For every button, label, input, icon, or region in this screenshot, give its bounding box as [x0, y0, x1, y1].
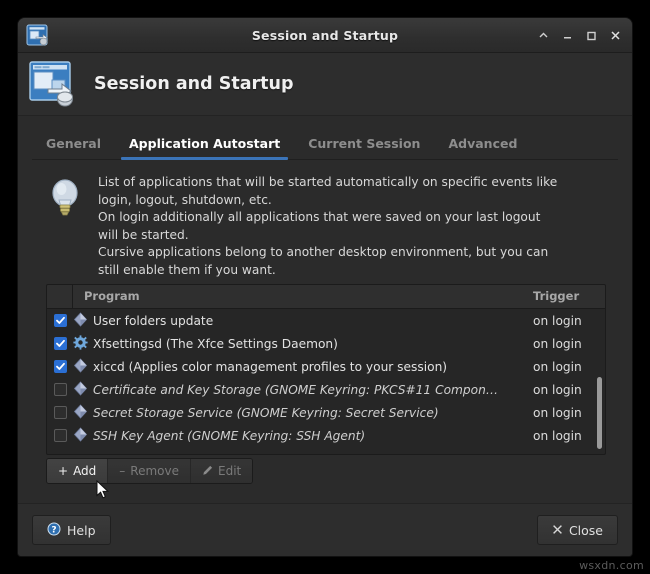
table-row[interactable]: Xfsettingsd (The Xfce Settings Daemon) on…: [47, 332, 605, 355]
close-x-icon: [552, 523, 563, 538]
shade-button[interactable]: [532, 24, 554, 46]
row-program-cell: SSH Key Agent (GNOME Keyring: SSH Agent): [73, 426, 533, 445]
diamond-icon: [73, 380, 93, 399]
column-header-trigger[interactable]: Trigger: [533, 285, 605, 308]
dialog-footer: ? Help Close: [18, 503, 632, 556]
row-trigger-cell: on login: [533, 405, 582, 420]
row-trigger-cell: on login: [533, 359, 582, 374]
checkbox-checked[interactable]: [53, 360, 67, 373]
row-program-cell: Xfsettingsd (The Xfce Settings Daemon): [73, 334, 533, 353]
plus-icon: +: [58, 464, 69, 478]
row-checkbox-cell[interactable]: [47, 406, 73, 419]
tab-current-session[interactable]: Current Session: [294, 136, 434, 159]
list-header: Program Trigger: [47, 285, 605, 309]
help-icon: ?: [47, 522, 61, 539]
help-button-label: Help: [67, 522, 96, 538]
tab-bar: General Application Autostart Current Se…: [32, 128, 618, 160]
titlebar-buttons: [532, 18, 626, 52]
diamond-icon: [73, 357, 93, 376]
program-name: User folders update: [93, 313, 214, 328]
info-line-5: Cursive applications belong to another d…: [98, 245, 549, 259]
add-button-label: Add: [73, 464, 97, 478]
table-row[interactable]: Secret Storage Service (GNOME Keyring: S…: [47, 401, 605, 424]
close-button[interactable]: [604, 24, 626, 46]
watermark: wsxdn.com: [579, 559, 644, 572]
row-program-cell: xiccd (Applies color management profiles…: [73, 357, 533, 376]
row-trigger-cell: on login: [533, 428, 582, 443]
row-checkbox-cell[interactable]: [47, 360, 73, 373]
row-program-cell: User folders update: [73, 311, 533, 330]
tabs-container: General Application Autostart Current Se…: [18, 116, 632, 160]
checkbox-checked[interactable]: [53, 314, 67, 327]
table-row[interactable]: Certificate and Key Storage (GNOME Keyri…: [47, 378, 605, 401]
svg-text:?: ?: [51, 525, 56, 535]
info-line-6: still enable them if you want.: [98, 262, 276, 277]
info-line-3: On login additionally all applications t…: [98, 210, 541, 224]
program-name: xiccd (Applies color management profiles…: [93, 359, 448, 374]
table-row[interactable]: SSH Key Agent (GNOME Keyring: SSH Agent)…: [47, 424, 605, 447]
tab-advanced[interactable]: Advanced: [434, 136, 531, 159]
info-line-1: List of applications that will be starte…: [98, 175, 558, 189]
row-program-cell: Certificate and Key Storage (GNOME Keyri…: [73, 380, 533, 399]
info-block: List of applications that will be starte…: [18, 160, 632, 287]
checkbox-unchecked[interactable]: [53, 406, 67, 419]
pencil-icon: [202, 465, 213, 478]
list-rows: User folders update on login Xfsettingsd (…: [47, 309, 605, 447]
session-startup-window: Session and Startup Session and Startup …: [18, 18, 632, 556]
close-dialog-label: Close: [568, 522, 603, 538]
column-header-checkbox: [47, 285, 73, 308]
checkbox-checked[interactable]: [53, 337, 67, 350]
list-scrollbar[interactable]: [596, 309, 603, 453]
row-program-cell: Secret Storage Service (GNOME Keyring: S…: [73, 403, 533, 422]
close-dialog-button[interactable]: Close: [536, 515, 618, 545]
help-button[interactable]: ? Help: [32, 515, 111, 545]
dialog-header: Session and Startup: [18, 53, 632, 116]
minus-icon: –: [119, 464, 126, 478]
program-name: Xfsettingsd (The Xfce Settings Daemon): [93, 336, 338, 351]
scrollbar-thumb[interactable]: [597, 377, 602, 449]
info-line-4: will be started.: [98, 227, 189, 242]
lightbulb-icon: [46, 176, 84, 220]
table-row[interactable]: User folders update on login: [47, 309, 605, 332]
maximize-button[interactable]: [580, 24, 602, 46]
titlebar[interactable]: Session and Startup: [18, 18, 632, 53]
tab-general[interactable]: General: [32, 136, 115, 159]
table-row[interactable]: xiccd (Applies color management profiles…: [47, 355, 605, 378]
gear-icon: [73, 334, 93, 353]
row-checkbox-cell[interactable]: [47, 314, 73, 327]
info-line-2: login, logout, shutdown, etc.: [98, 192, 272, 207]
checkbox-unchecked[interactable]: [53, 383, 67, 396]
row-trigger-cell: on login: [533, 382, 582, 397]
autostart-list[interactable]: Program Trigger User folders update on lo…: [46, 284, 606, 455]
session-startup-icon: [26, 24, 48, 46]
session-startup-large-icon: [28, 59, 78, 109]
screen: Session and Startup Session and Startup …: [0, 0, 650, 574]
list-action-bar: + Add – Remove Edit: [46, 458, 254, 484]
info-text: List of applications that will be starte…: [98, 174, 557, 279]
row-checkbox-cell[interactable]: [47, 337, 73, 350]
program-name: SSH Key Agent (GNOME Keyring: SSH Agent): [93, 428, 366, 443]
diamond-icon: [73, 403, 93, 422]
tab-application-autostart[interactable]: Application Autostart: [115, 136, 294, 160]
program-name: Secret Storage Service (GNOME Keyring: S…: [93, 405, 439, 420]
row-checkbox-cell[interactable]: [47, 383, 73, 396]
add-button[interactable]: + Add: [47, 459, 109, 483]
column-header-program[interactable]: Program: [73, 285, 533, 308]
page-title: Session and Startup: [94, 74, 294, 94]
diamond-icon: [73, 426, 93, 445]
edit-button[interactable]: Edit: [191, 459, 253, 483]
diamond-icon: [73, 311, 93, 330]
remove-button-label: Remove: [130, 464, 179, 478]
row-trigger-cell: on login: [533, 313, 582, 328]
row-checkbox-cell[interactable]: [47, 429, 73, 442]
program-name: Certificate and Key Storage (GNOME Keyri…: [93, 382, 499, 397]
remove-button[interactable]: – Remove: [108, 459, 191, 483]
edit-button-label: Edit: [218, 464, 242, 478]
row-trigger-cell: on login: [533, 336, 582, 351]
minimize-button[interactable]: [556, 24, 578, 46]
checkbox-unchecked[interactable]: [53, 429, 67, 442]
